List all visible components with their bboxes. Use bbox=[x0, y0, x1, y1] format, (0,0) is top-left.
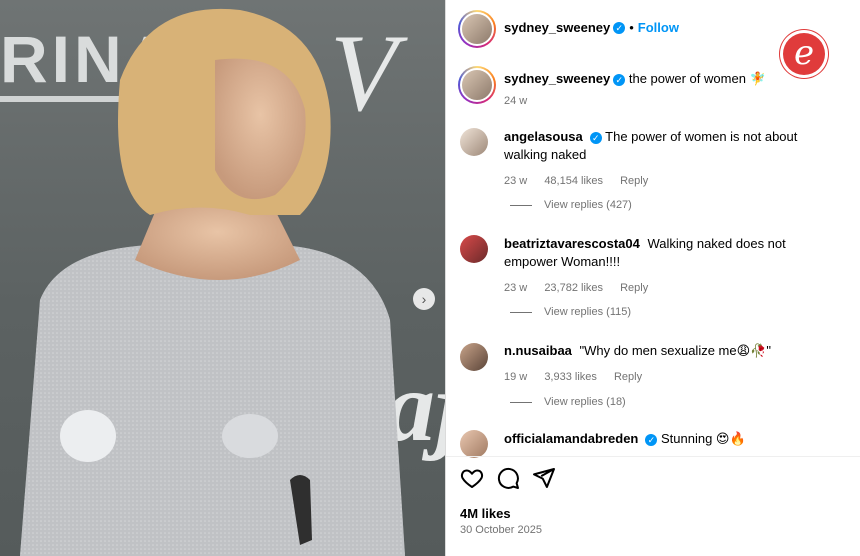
caption: sydney_sweeney ✓ the power of women 🧚 24 … bbox=[504, 70, 766, 110]
comment-avatar[interactable] bbox=[460, 128, 488, 156]
caption-text: the power of women 🧚 bbox=[628, 71, 766, 86]
comment-avatar[interactable] bbox=[460, 235, 488, 263]
view-replies-button[interactable]: View replies (18) bbox=[510, 396, 626, 408]
post-image: RINA V aj › bbox=[0, 0, 445, 556]
share-icon[interactable] bbox=[532, 466, 556, 490]
view-replies-button[interactable]: View replies (115) bbox=[510, 306, 631, 318]
comment-username[interactable]: n.nusaibaa bbox=[504, 343, 572, 358]
view-replies-label: View replies (18) bbox=[544, 396, 626, 408]
comment-likes[interactable]: 48,154 likes bbox=[544, 175, 603, 187]
comment-text: Stunning 😍🔥 bbox=[661, 431, 746, 446]
comment-item: angelasousa ✓ The power of women is not a… bbox=[504, 128, 834, 190]
comment-age: 23 w bbox=[504, 175, 528, 187]
comment-likes[interactable]: 3,933 likes bbox=[544, 371, 597, 383]
comment-age: 19 w bbox=[504, 371, 528, 383]
comment-age: 23 w bbox=[504, 282, 528, 294]
comment-avatar[interactable] bbox=[460, 343, 488, 371]
reply-button[interactable]: Reply bbox=[614, 371, 642, 383]
like-count[interactable]: 4M likes bbox=[460, 506, 511, 521]
comment-item: beatriztavarescosta04 Walking naked does… bbox=[504, 235, 834, 297]
separator-dot: • bbox=[629, 20, 634, 35]
verified-icon: ✓ bbox=[645, 433, 658, 446]
actions-divider bbox=[446, 456, 860, 457]
author-avatar[interactable] bbox=[458, 10, 496, 48]
chevron-right-icon[interactable]: › bbox=[413, 288, 435, 310]
follow-button[interactable]: Follow bbox=[638, 20, 679, 35]
comment-icon[interactable] bbox=[496, 466, 520, 490]
e-logo: e bbox=[780, 30, 828, 78]
verified-icon: ✓ bbox=[613, 21, 626, 34]
post-date: 30 October 2025 bbox=[460, 524, 542, 536]
caption-age: 24 w bbox=[504, 95, 528, 107]
view-replies-label: View replies (427) bbox=[544, 199, 632, 211]
comment-username[interactable]: officialamandabreden bbox=[504, 431, 638, 446]
comment-item: n.nusaibaa "Why do men sexualize me😩🥀" 1… bbox=[504, 342, 834, 386]
comment-text: "Why do men sexualize me😩🥀" bbox=[579, 343, 771, 358]
comments-panel: sydney_sweeney ✓ • Follow e sydney_sweeney ✓… bbox=[446, 0, 860, 556]
backdrop-text-middle: V bbox=[330, 12, 408, 134]
post-photo-illustration: RINA V aj bbox=[0, 8, 445, 556]
heart-icon[interactable] bbox=[460, 466, 484, 490]
comment-avatar[interactable] bbox=[460, 430, 488, 458]
comment-username[interactable]: angelasousa bbox=[504, 129, 583, 144]
view-replies-label: View replies (115) bbox=[544, 306, 632, 318]
caption-username[interactable]: sydney_sweeney bbox=[504, 71, 610, 86]
post-header: sydney_sweeney ✓ • Follow bbox=[504, 18, 679, 38]
view-replies-button[interactable]: View replies (427) bbox=[510, 199, 632, 211]
comment-item: officialamandabreden ✓ Stunning 😍🔥 bbox=[504, 430, 834, 448]
verified-icon: ✓ bbox=[613, 73, 626, 86]
reply-button[interactable]: Reply bbox=[620, 175, 648, 187]
comment-likes[interactable]: 23,782 likes bbox=[544, 282, 603, 294]
reply-button[interactable]: Reply bbox=[620, 282, 648, 294]
verified-icon: ✓ bbox=[589, 131, 602, 144]
comment-username[interactable]: beatriztavarescosta04 bbox=[504, 236, 640, 251]
caption-avatar[interactable] bbox=[458, 66, 496, 104]
author-username[interactable]: sydney_sweeney bbox=[504, 20, 610, 35]
